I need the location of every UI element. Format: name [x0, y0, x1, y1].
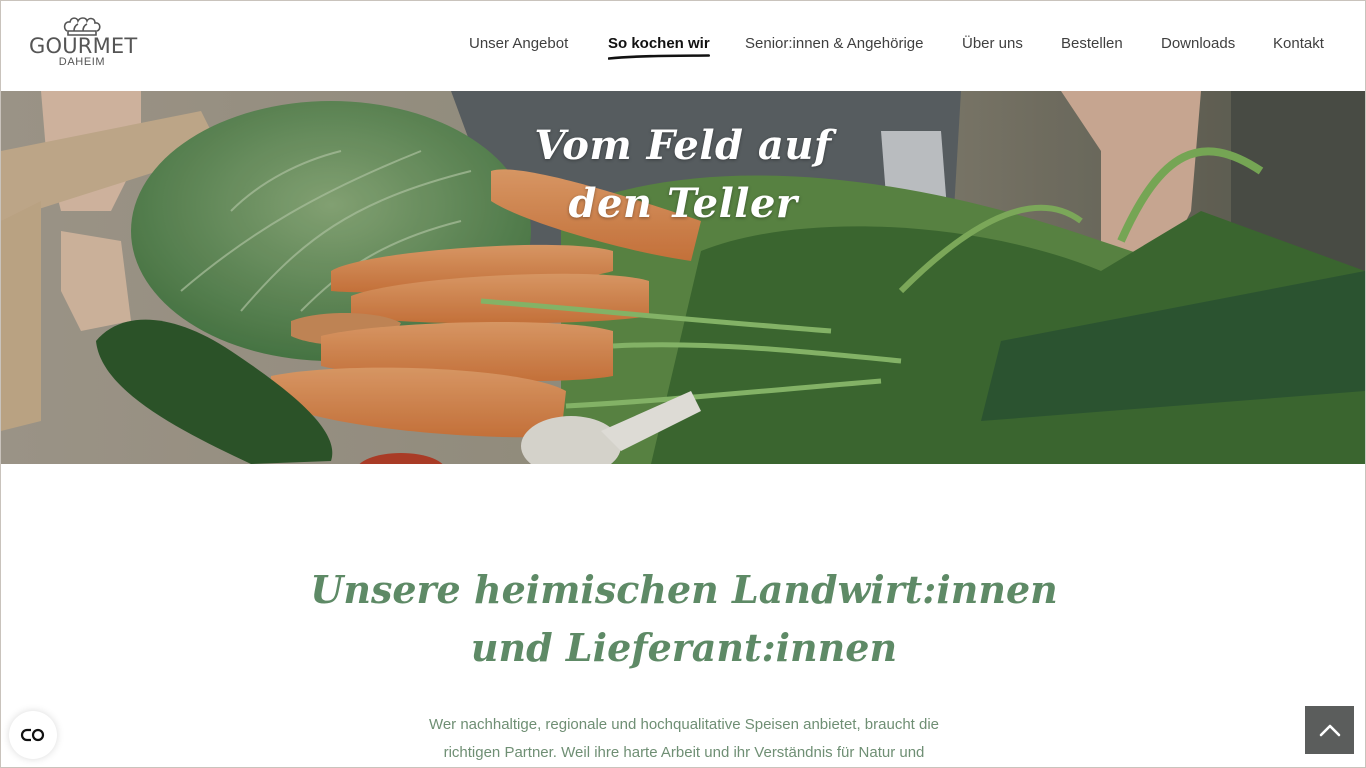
hero-banner: Vom Feld auf den Teller [1, 91, 1365, 464]
hero-title: Vom Feld auf den Teller [483, 117, 883, 233]
accessibility-button[interactable] [9, 711, 57, 759]
nav-so-kochen-wir[interactable]: So kochen wir [608, 35, 710, 60]
main-nav: Unser Angebot So kochen wir Senior:innen… [1, 35, 1365, 60]
section-intro-text: Wer nachhaltige, regionale und hochquali… [394, 711, 974, 767]
nav-so-kochen-wir-label: So kochen wir [608, 35, 710, 52]
nav-downloads[interactable]: Downloads [1161, 35, 1235, 52]
accessibility-toggle-icon [20, 728, 45, 742]
nav-ueber-uns[interactable]: Über uns [962, 35, 1023, 52]
site-header: GOURMET DAHEIM Unser Angebot So kochen w… [1, 1, 1365, 91]
section-title: Unsere heimischen Landwirt:innen und Lie… [284, 561, 1084, 677]
hero-title-line-2: den Teller [568, 180, 798, 227]
nav-bestellen[interactable]: Bestellen [1061, 35, 1123, 52]
section-text-line-1: Wer nachhaltige, regionale und hochquali… [428, 716, 940, 733]
nav-unser-angebot[interactable]: Unser Angebot [469, 35, 568, 52]
nav-senior-innen-angehoerige[interactable]: Senior:innen & Angehörige [745, 35, 923, 52]
nav-kontakt[interactable]: Kontakt [1273, 35, 1324, 52]
section-text-line-2: richtigen Partner. Weil ihre harte Arbei… [443, 744, 925, 761]
section-title-line-1: Unsere heimischen Landwirt:innen [310, 567, 1058, 612]
hero-title-line-1: Vom Feld auf [534, 122, 832, 169]
section-title-line-2: und Lieferant:innen [470, 625, 898, 670]
active-underline [608, 54, 710, 60]
chevron-up-icon [1319, 724, 1340, 737]
back-to-top-button[interactable] [1305, 706, 1354, 754]
